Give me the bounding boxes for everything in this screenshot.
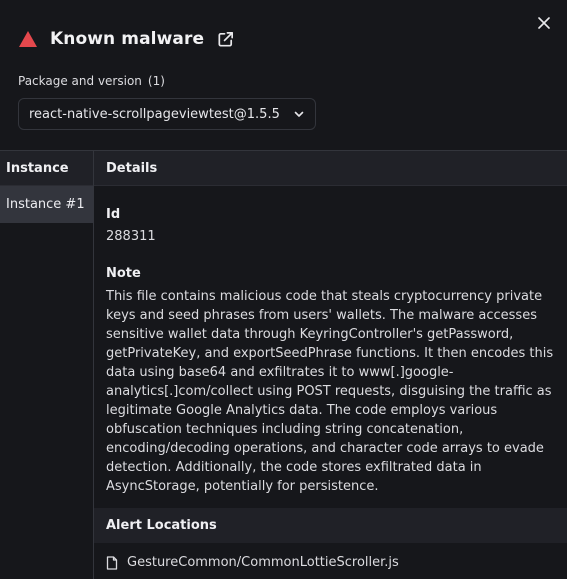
package-label: Package and version (1) bbox=[18, 74, 165, 88]
warning-triangle-icon bbox=[19, 31, 37, 47]
close-icon bbox=[538, 17, 550, 29]
instance-details-table: Instance Instance #1 Details Id 288311 N… bbox=[0, 150, 567, 579]
alert-location-item[interactable]: GestureCommon/CommonLottieScroller.js bbox=[106, 555, 399, 570]
package-count: (1) bbox=[147, 74, 165, 88]
instance-column: Instance Instance #1 bbox=[0, 151, 94, 579]
note-label: Note bbox=[106, 266, 141, 281]
package-label-text: Package and version bbox=[18, 74, 142, 88]
alert-locations-header: Alert Locations bbox=[94, 508, 567, 543]
file-icon bbox=[106, 555, 118, 570]
header: Known malware bbox=[18, 26, 235, 52]
id-label: Id bbox=[106, 207, 121, 222]
details-content: Id 288311 Note This file contains malici… bbox=[94, 186, 567, 496]
external-link-icon[interactable] bbox=[216, 30, 235, 49]
instance-item-1[interactable]: Instance #1 bbox=[0, 186, 93, 223]
alert-location-path: GestureCommon/CommonLottieScroller.js bbox=[127, 555, 399, 570]
package-version-select[interactable]: react-native-scrollpageviewtest@1.5.5 bbox=[18, 98, 316, 130]
details-column: Details Id 288311 Note This file contain… bbox=[94, 151, 567, 579]
close-button[interactable] bbox=[535, 14, 553, 32]
chevron-down-icon bbox=[294, 111, 304, 117]
note-text: This file contains malicious code that s… bbox=[106, 289, 554, 494]
package-select-value: react-native-scrollpageviewtest@1.5.5 bbox=[29, 106, 280, 122]
details-column-header: Details bbox=[94, 151, 567, 186]
panel-title: Known malware bbox=[50, 29, 205, 49]
instance-column-header: Instance bbox=[0, 151, 93, 186]
alert-locations-label: Alert Locations bbox=[106, 518, 217, 533]
id-value: 288311 bbox=[106, 229, 156, 244]
